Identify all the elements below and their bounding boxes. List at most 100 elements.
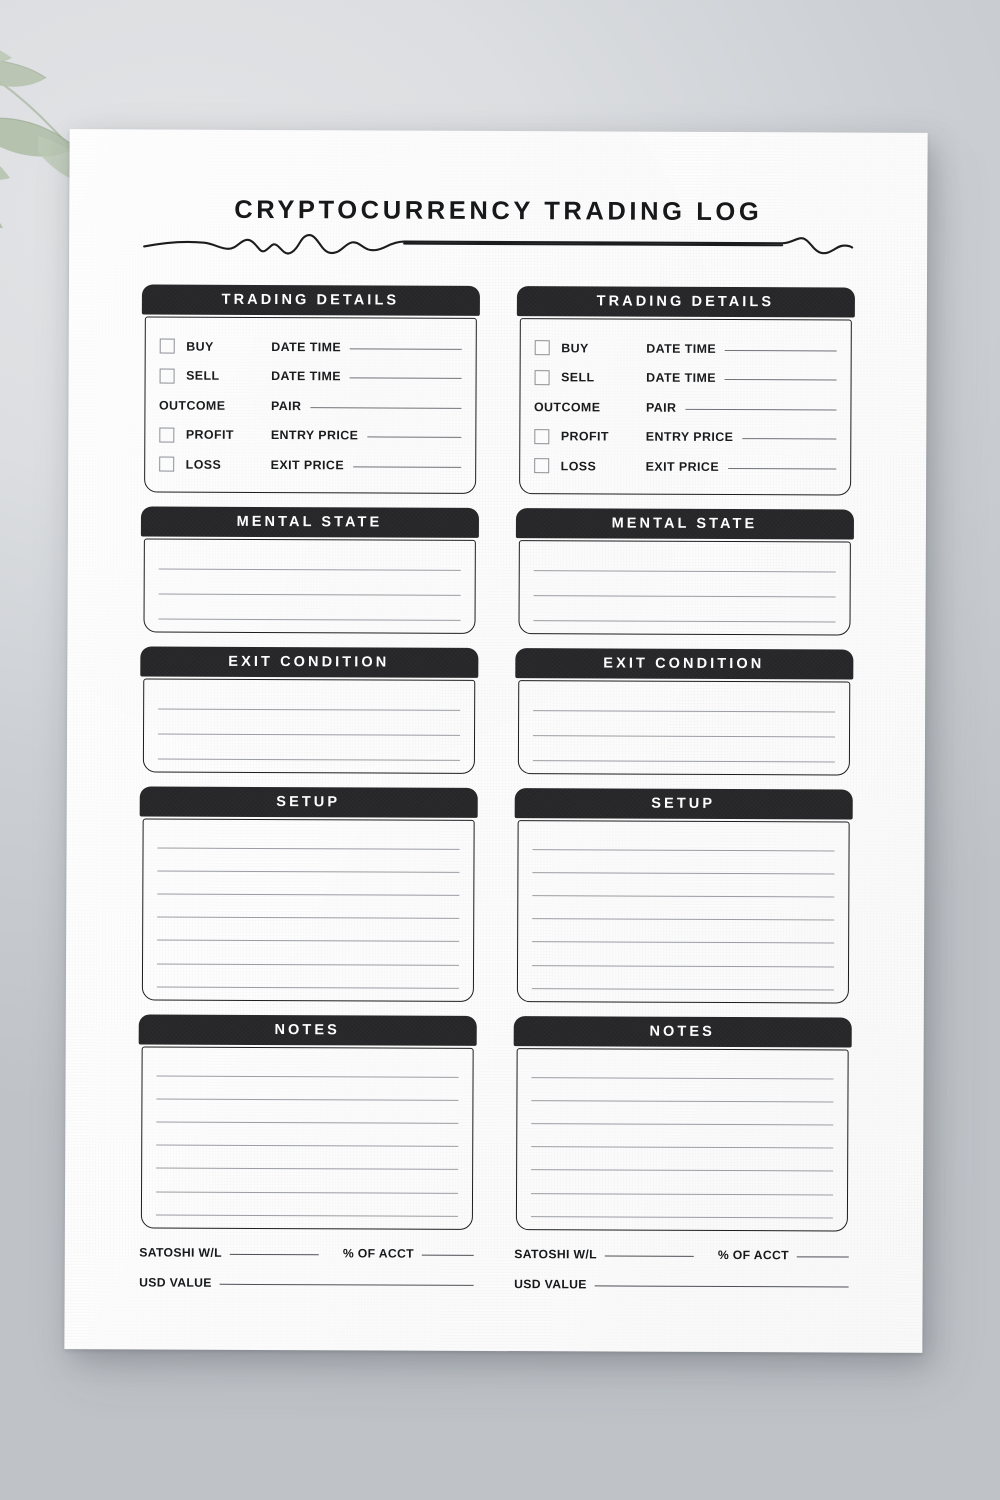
setup-section-left: SETUP <box>138 785 478 1002</box>
input-line-entry-price-3-right[interactable] <box>742 438 836 440</box>
ruled-line[interactable] <box>532 710 835 713</box>
input-line-pair-2-right[interactable] <box>685 408 836 411</box>
ruled-line[interactable] <box>531 964 834 968</box>
ruled-line[interactable] <box>531 941 834 944</box>
trading-details-field-label: ENTRY PRICE <box>645 429 734 445</box>
ruled-line[interactable] <box>155 1098 458 1101</box>
trading-details-body-left: BUY DATE TIME SELL DATE TIME OUTCOME PAIR PROF… <box>143 316 477 494</box>
ruled-line[interactable] <box>531 1077 834 1080</box>
trading-details-right-cell: PAIR <box>646 400 836 415</box>
exit-condition-body-right[interactable] <box>517 679 850 776</box>
ruled-line[interactable] <box>531 987 834 991</box>
trading-details-option-label: PROFIT <box>560 429 609 444</box>
ruled-line[interactable] <box>533 595 836 598</box>
checkbox-profit-left[interactable] <box>158 427 174 443</box>
trading-details-option-label: LOSS <box>560 459 597 474</box>
mental-state-body-left[interactable] <box>142 537 476 634</box>
trading-details-row: LOSS EXIT PRICE <box>533 451 836 482</box>
ruled-line[interactable] <box>156 1075 459 1078</box>
ruled-line[interactable] <box>158 593 461 596</box>
input-line-date-time-0-left[interactable] <box>350 348 462 350</box>
input-line-exit-price-4-left[interactable] <box>353 466 461 468</box>
ruled-line[interactable] <box>156 963 459 966</box>
checkbox-loss-right[interactable] <box>533 458 549 474</box>
satoshi-wl-input-line-right[interactable] <box>604 1254 694 1257</box>
section-header-label: EXIT CONDITION <box>603 654 765 672</box>
satoshi-wl-input-line-left[interactable] <box>229 1253 319 1255</box>
ruled-line[interactable] <box>155 1121 458 1125</box>
ruled-line[interactable] <box>532 735 835 738</box>
notes-body-right[interactable] <box>515 1047 849 1232</box>
checkbox-loss-left[interactable] <box>158 456 174 472</box>
ruled-line[interactable] <box>156 893 459 897</box>
input-line-exit-price-4-right[interactable] <box>728 467 836 470</box>
checkbox-buy-right[interactable] <box>534 340 550 356</box>
input-line-date-time-1-right[interactable] <box>724 379 837 381</box>
checkbox-sell-right[interactable] <box>534 369 550 385</box>
ruled-line[interactable] <box>530 1192 833 1196</box>
exit-condition-body-left[interactable] <box>142 677 475 774</box>
ruled-line[interactable] <box>155 1167 458 1171</box>
ruled-line[interactable] <box>156 986 459 989</box>
usd-value-input-line-left[interactable] <box>219 1283 474 1286</box>
ruled-line[interactable] <box>157 847 460 850</box>
setup-body-left[interactable] <box>141 817 475 1002</box>
satoshi-wl-label: SATOSHI W/L <box>139 1244 222 1260</box>
input-line-pair-2-left[interactable] <box>310 406 461 409</box>
trading-details-option-label: OUTCOME <box>533 399 601 415</box>
pct-of-acct-input-line-left[interactable] <box>421 1254 474 1256</box>
trading-details-field-label: DATE TIME <box>646 370 717 386</box>
trading-details-left-cell: PROFIT <box>533 428 646 444</box>
section-header-trading-details-right: TRADING DETAILS <box>516 286 855 318</box>
ruled-line[interactable] <box>156 870 459 873</box>
ruled-line[interactable] <box>530 1146 833 1149</box>
checkbox-sell-left[interactable] <box>159 368 175 384</box>
footer-row-satoshi: SATOSHI W/L % OF ACCT <box>139 1244 474 1260</box>
ruled-line[interactable] <box>530 1215 833 1219</box>
trading-details-row: OUTCOME PAIR <box>534 392 836 423</box>
ruled-line[interactable] <box>532 849 835 852</box>
footer-row-usd: USD VALUE <box>514 1277 849 1292</box>
column-left: TRADING DETAILS BUY DATE TIME SELL DATE TIME… <box>137 284 480 1306</box>
trading-details-left-cell: LOSS <box>158 456 271 472</box>
ruled-line[interactable] <box>158 568 461 572</box>
ruled-line[interactable] <box>530 1100 833 1103</box>
trading-details-field-label: ENTRY PRICE <box>270 428 359 443</box>
ruled-line[interactable] <box>157 733 460 736</box>
ruled-line[interactable] <box>530 1123 833 1126</box>
ruled-line[interactable] <box>155 1144 458 1148</box>
input-line-date-time-1-left[interactable] <box>349 377 462 380</box>
mental-state-body-right[interactable] <box>517 539 851 636</box>
ruled-line[interactable] <box>158 618 461 621</box>
ruled-line[interactable] <box>156 939 459 943</box>
ruled-line[interactable] <box>531 918 834 921</box>
ruled-line[interactable] <box>532 759 835 763</box>
ruled-line[interactable] <box>155 1214 458 1217</box>
pct-of-acct-input-line-right[interactable] <box>796 1255 849 1258</box>
notes-body-left[interactable] <box>140 1045 474 1230</box>
input-line-date-time-0-right[interactable] <box>725 349 837 352</box>
ruled-line[interactable] <box>531 872 834 875</box>
section-header-label: SETUP <box>651 795 716 812</box>
checkbox-profit-right[interactable] <box>533 428 549 444</box>
ruled-line[interactable] <box>156 916 459 920</box>
ruled-line[interactable] <box>533 570 836 573</box>
ruled-line[interactable] <box>157 758 460 761</box>
trading-details-left-cell: BUY <box>534 340 646 356</box>
ruled-line[interactable] <box>157 708 460 712</box>
trading-details-left-cell: BUY <box>159 338 271 354</box>
input-line-entry-price-3-left[interactable] <box>367 436 461 439</box>
ruled-line[interactable] <box>155 1191 458 1194</box>
trading-details-field-label: PAIR <box>645 400 677 415</box>
trading-details-row: SELL DATE TIME <box>534 363 837 394</box>
setup-body-right[interactable] <box>516 819 850 1004</box>
trading-details-field-label: DATE TIME <box>271 369 342 384</box>
trading-details-row: BUY DATE TIME <box>534 333 837 364</box>
trading-details-right-cell: EXIT PRICE <box>646 459 836 474</box>
ruled-line[interactable] <box>533 619 836 623</box>
ruled-line[interactable] <box>531 895 834 898</box>
footer-row-satoshi: SATOSHI W/L % OF ACCT <box>514 1247 849 1262</box>
ruled-line[interactable] <box>530 1169 833 1172</box>
usd-value-input-line-right[interactable] <box>594 1284 849 1288</box>
checkbox-buy-left[interactable] <box>159 338 175 354</box>
